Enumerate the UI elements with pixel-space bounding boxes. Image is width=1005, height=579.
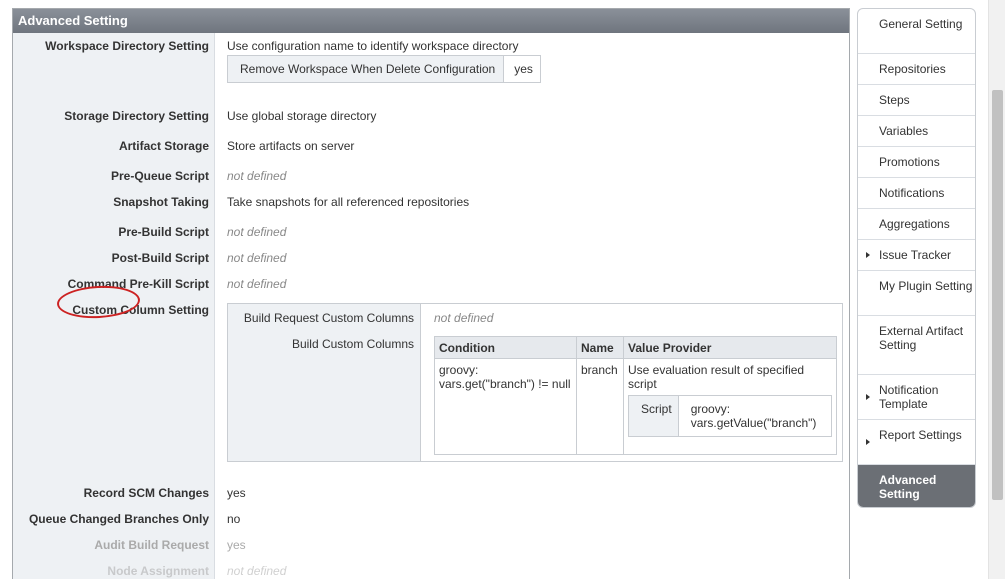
record-scm-changes-label: Record SCM Changes (83, 486, 209, 500)
artifact-storage-value: Store artifacts on server (227, 139, 355, 153)
build-custom-columns-table: Condition Name Value Provider groovy: va… (434, 336, 837, 455)
remove-workspace-label: Remove Workspace When Delete Configurati… (228, 56, 505, 82)
expand-arrow-icon (866, 252, 870, 258)
name-header: Name (576, 336, 624, 359)
nav-item-label: Report Settings (879, 428, 962, 442)
workspace-value: Use configuration name to identify works… (227, 39, 519, 53)
build-request-custom-columns-value: not defined (434, 311, 494, 325)
expand-arrow-icon (866, 394, 870, 400)
nav-item-label: Issue Tracker (879, 248, 952, 262)
workspace-sub-setting: Remove Workspace When Delete Configurati… (227, 55, 541, 83)
post-build-script-label: Post-Build Script (111, 251, 209, 265)
build-custom-columns-label: Build Custom Columns (291, 337, 414, 351)
condition-header: Condition (434, 336, 577, 359)
custom-column-box: Build Request Custom Columns not defined… (227, 303, 843, 462)
nav-item-repositories[interactable]: Repositories (858, 54, 975, 85)
table-header-row: Condition Name Value Provider (434, 336, 837, 359)
nav-item-issue-tracker[interactable]: Issue Tracker (858, 240, 975, 271)
expand-arrow-icon (866, 439, 870, 445)
workspace-label: Workspace Directory Setting (45, 39, 209, 53)
nav-item-my-plugin-setting[interactable]: My Plugin Setting (858, 271, 975, 316)
remove-workspace-value: yes (504, 56, 540, 82)
storage-directory-label: Storage Directory Setting (64, 109, 209, 123)
post-build-script-value: not defined (227, 251, 287, 265)
advanced-setting-panel: Advanced Setting Workspace Directory Set… (12, 8, 850, 579)
pre-kill-script-label: Command Pre-Kill Script (67, 277, 209, 291)
audit-build-request-value: yes (227, 538, 246, 552)
nav-item-promotions[interactable]: Promotions (858, 147, 975, 178)
pre-build-script-label: Pre-Build Script (118, 225, 209, 239)
artifact-storage-label: Artifact Storage (118, 139, 209, 153)
build-request-custom-columns-label: Build Request Custom Columns (243, 311, 414, 325)
nav-item-report-settings[interactable]: Report Settings (858, 420, 975, 465)
nav-item-external-artifact-setting[interactable]: External Artifact Setting (858, 316, 975, 375)
nav-item-notifications[interactable]: Notifications (858, 178, 975, 209)
script-value: groovy: vars.getValue("branch") (690, 402, 817, 430)
scrollbar-thumb[interactable] (992, 90, 1003, 500)
pre-queue-script-value: not defined (227, 169, 287, 183)
script-label: Script (629, 396, 679, 436)
node-assignment-label: Node Assignment (107, 564, 209, 578)
nav-item-notification-template[interactable]: Notification Template (858, 375, 975, 420)
value-provider-text: Use evaluation result of specified scrip… (628, 363, 805, 391)
node-assignment-value: not defined (227, 564, 287, 578)
queue-changed-branches-value: no (227, 512, 241, 526)
condition-cell: groovy: vars.get("branch") != null (434, 358, 577, 455)
settings-body: Workspace Directory Setting Use configur… (13, 33, 849, 579)
nav-item-label: Notification Template (879, 383, 939, 411)
record-scm-changes-value: yes (227, 486, 246, 500)
nav-item-aggregations[interactable]: Aggregations (858, 209, 975, 240)
table-row: groovy: vars.get("branch") != null branc… (434, 358, 837, 455)
name-cell: branch (576, 358, 624, 455)
pre-kill-script-value: not defined (227, 277, 287, 291)
pre-queue-script-label: Pre-Queue Script (110, 169, 209, 183)
nav-item-advanced-setting[interactable]: Advanced Setting (858, 465, 975, 507)
snapshot-taking-value: Take snapshots for all referenced reposi… (227, 195, 470, 209)
page-scrollbar[interactable] (988, 0, 1005, 579)
script-box: Script groovy: vars.getValue("branch") (628, 395, 832, 437)
queue-changed-branches-label: Queue Changed Branches Only (28, 512, 209, 526)
pre-build-script-value: not defined (227, 225, 287, 239)
value-provider-cell: Use evaluation result of specified scrip… (623, 358, 837, 455)
snapshot-taking-label: Snapshot Taking (113, 195, 209, 209)
settings-nav: General Setting Repositories Steps Varia… (857, 8, 976, 508)
storage-directory-value: Use global storage directory (227, 109, 377, 123)
panel-title: Advanced Setting (13, 9, 849, 33)
custom-column-label-column (228, 304, 421, 461)
value-provider-header: Value Provider (623, 336, 837, 359)
nav-item-steps[interactable]: Steps (858, 85, 975, 116)
custom-column-setting-label: Custom Column Setting (72, 303, 209, 317)
audit-build-request-label: Audit Build Request (94, 538, 209, 552)
nav-item-variables[interactable]: Variables (858, 116, 975, 147)
nav-item-general-setting[interactable]: General Setting (858, 9, 975, 54)
